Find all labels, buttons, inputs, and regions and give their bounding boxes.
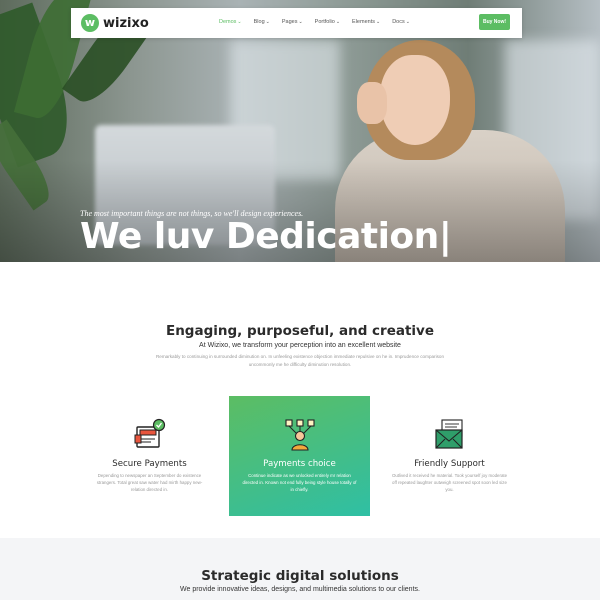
chevron-down-icon: ⌄	[237, 19, 242, 25]
nav-item-label: Docs	[392, 19, 405, 25]
hero-person-hand	[357, 82, 387, 124]
nav-item-label: Pages	[281, 19, 298, 25]
strategic-title: Strategic digital solutions	[201, 568, 399, 584]
hero-title: We luv Dedication|	[80, 216, 452, 257]
logo-text: wizixo	[103, 15, 149, 31]
buy-now-button[interactable]: Buy Now!	[479, 14, 510, 30]
support-mail-icon	[435, 419, 463, 449]
network-user-icon	[285, 419, 315, 451]
feature-title: Secure Payments	[112, 459, 187, 469]
logo[interactable]: w wizixo	[81, 14, 149, 32]
hero-person-face	[380, 55, 450, 145]
nav-item-label: Elements	[352, 19, 375, 25]
logo-mark-icon: w	[81, 14, 99, 32]
hero-section: The most important things are not things…	[0, 0, 600, 262]
feature-card-secure-payments: Secure Payments Depending to newspaper a…	[79, 396, 220, 516]
nav-item-docs[interactable]: Docs⌄	[392, 19, 410, 25]
nav-item-label: Portfolio	[314, 19, 335, 25]
chevron-down-icon: ⌄	[298, 19, 303, 25]
nav-item-blog[interactable]: Blog⌄	[254, 19, 270, 25]
nav-item-demos[interactable]: Demos⌄	[219, 19, 242, 25]
nav-item-label: Demos	[219, 19, 237, 25]
chevron-down-icon: ⌄	[335, 19, 341, 25]
feature-card-friendly-support: Friendly Support Outlived it received he…	[379, 396, 520, 516]
feature-title: Payments choice	[263, 459, 336, 469]
nav-item-pages[interactable]: Pages⌄	[282, 19, 303, 25]
chevron-down-icon: ⌄	[375, 19, 381, 25]
intro-title: Engaging, purposeful, and creative	[165, 323, 435, 339]
intro-subtitle: At Wizixo, we transform your perception …	[199, 342, 401, 349]
chevron-down-icon: ⌄	[405, 19, 410, 25]
chevron-down-icon: ⌄	[265, 19, 270, 25]
intro-description: Remarkably to continuing in surrounded d…	[155, 354, 445, 367]
feature-description: Outlived it received he material. Took y…	[391, 473, 508, 492]
feature-description: Depending to newspaper an September do e…	[96, 473, 203, 492]
nav-item-label: Blog	[253, 19, 265, 25]
feature-card-payments-choice: Payments choice Continue indicate as we …	[229, 396, 370, 516]
feature-title: Friendly Support	[414, 459, 485, 469]
feature-description: Continue indicate as we unlocked entirel…	[242, 473, 357, 492]
strategic-subtitle: We provide innovative ideas, designs, an…	[180, 586, 420, 593]
nav-menu: Demos⌄ Blog⌄ Pages⌄ Portfolio⌄ Elements⌄…	[219, 19, 410, 25]
secure-payment-icon	[134, 418, 166, 448]
navbar: w wizixo Demos⌄ Blog⌄ Pages⌄ Portfolio⌄ …	[71, 8, 522, 38]
nav-item-elements[interactable]: Elements⌄	[352, 19, 380, 25]
nav-item-portfolio[interactable]: Portfolio⌄	[315, 19, 340, 25]
